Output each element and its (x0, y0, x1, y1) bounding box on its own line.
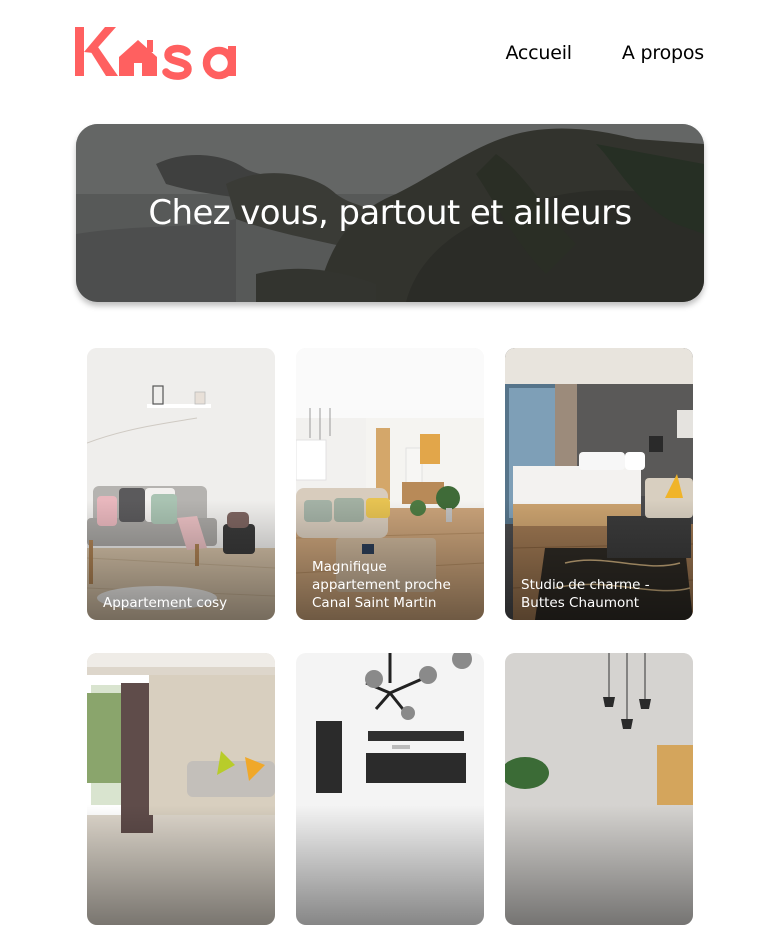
listing-card[interactable] (87, 653, 275, 925)
listing-card[interactable]: Appartement cosy (87, 348, 275, 620)
card-gradient (296, 805, 484, 925)
listing-title: Studio de charme - Buttes Chaumont (521, 577, 650, 611)
listing-title: Appartement cosy (103, 595, 228, 611)
listing-card[interactable] (296, 653, 484, 925)
listing-title: Magnifique appartement proche Canal Sain… (312, 559, 451, 611)
listings-gallery: Appartement cosy Magnifique appartement … (0, 0, 784, 925)
listing-card[interactable]: Studio de charme - Buttes Chaumont (505, 348, 693, 620)
listing-card[interactable]: Magnifique appartement proche Canal Sain… (296, 348, 484, 620)
card-gradient (87, 805, 275, 925)
card-gradient (505, 805, 693, 925)
listing-card[interactable] (505, 653, 693, 925)
